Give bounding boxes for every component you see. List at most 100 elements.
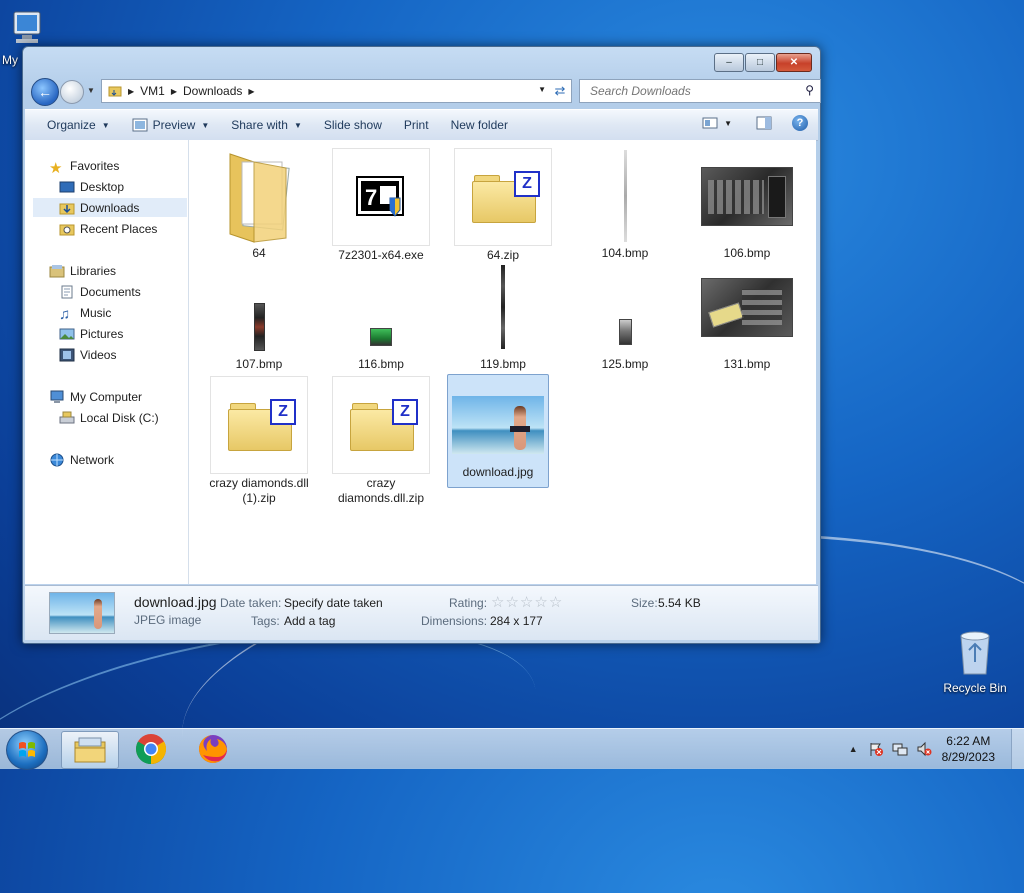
file-thumbnail: [699, 148, 795, 244]
share-with-button[interactable]: Share with ▼: [220, 110, 313, 140]
forward-button[interactable]: [60, 80, 84, 104]
print-button[interactable]: Print: [393, 110, 440, 140]
show-desktop-button[interactable]: [1011, 729, 1024, 769]
taskbar-explorer-button[interactable]: [61, 731, 119, 769]
details-thumbnail: [49, 592, 115, 634]
breadcrumb-downloads[interactable]: Downloads: [183, 84, 242, 98]
size-value: 5.54 KB: [658, 596, 701, 610]
preview-button[interactable]: Preview ▼: [121, 110, 221, 140]
slide-show-button[interactable]: Slide show: [313, 110, 393, 140]
explorer-window: – □ ✕ ← ▼ ▶ VM1 ▶ Downloads ▶ ▼ ⇄ ⚲ Orga…: [22, 46, 821, 644]
nav-local-disk[interactable]: Local Disk (C:): [59, 408, 159, 427]
nav-my-computer[interactable]: My Computer: [49, 387, 142, 406]
search-input[interactable]: [588, 83, 792, 99]
file-item[interactable]: 107.bmp: [207, 259, 311, 372]
organize-button[interactable]: Organize ▼: [25, 110, 121, 140]
date-taken-field[interactable]: Specify date taken: [284, 596, 383, 610]
nav-libraries[interactable]: Libraries: [49, 261, 116, 280]
nav-documents[interactable]: Documents: [59, 282, 141, 301]
volume-muted-icon[interactable]: [916, 741, 932, 757]
preview-pane-icon[interactable]: [756, 116, 772, 130]
close-button[interactable]: ✕: [776, 53, 812, 72]
command-bar: Organize ▼ Preview ▼ Share with ▼ Slide sho…: [25, 109, 818, 141]
show-hidden-icons-icon[interactable]: ▲: [849, 744, 858, 754]
address-bar[interactable]: ▶ VM1 ▶ Downloads ▶ ▼: [101, 79, 551, 103]
clock[interactable]: 6:22 AM 8/29/2023: [942, 733, 995, 765]
nav-network[interactable]: Network: [49, 450, 114, 469]
file-thumbnail: Z: [454, 148, 552, 246]
svg-text:7: 7: [365, 185, 377, 210]
star-icon[interactable]: ☆: [549, 594, 563, 611]
nav-downloads[interactable]: Downloads: [33, 198, 187, 217]
rating-stars[interactable]: ☆☆☆☆☆: [491, 593, 563, 611]
breadcrumb-vm1[interactable]: VM1: [140, 84, 165, 98]
taskbar-firefox-button[interactable]: [185, 731, 241, 767]
search-box[interactable]: ⚲: [579, 79, 821, 103]
nav-music[interactable]: ♫ Music: [59, 303, 111, 323]
minimize-button[interactable]: –: [714, 53, 744, 72]
file-thumbnail: [455, 259, 551, 355]
breadcrumb-separator-icon[interactable]: ▶: [248, 87, 254, 96]
new-folder-button[interactable]: New folder: [440, 110, 519, 140]
address-dropdown-icon[interactable]: ▼: [538, 85, 546, 94]
file-name: 116.bmp: [358, 357, 404, 371]
file-item-selected[interactable]: download.jpg: [447, 374, 551, 488]
nav-favorites-label: Favorites: [70, 158, 120, 173]
file-item[interactable]: 119.bmp: [451, 259, 555, 372]
action-center-flag-icon[interactable]: [868, 741, 884, 757]
maximize-button[interactable]: □: [745, 53, 775, 72]
star-icon[interactable]: ☆: [520, 594, 534, 611]
file-thumbnail: [450, 377, 546, 473]
recent-pages-dropdown[interactable]: ▼: [87, 86, 95, 95]
start-button[interactable]: [6, 730, 48, 770]
breadcrumb-separator-icon[interactable]: ▶: [128, 87, 134, 96]
refresh-button[interactable]: ⇄: [549, 79, 572, 103]
help-icon[interactable]: ?: [792, 115, 808, 131]
star-icon[interactable]: ☆: [534, 594, 548, 611]
file-thumbnail: [211, 259, 307, 355]
rating-label: Rating:: [449, 596, 488, 610]
nav-recent-places[interactable]: Recent Places: [59, 219, 157, 238]
network-status-icon[interactable]: [892, 741, 908, 757]
windows-logo-icon: [19, 742, 35, 757]
folder-icon: [108, 86, 122, 97]
file-item[interactable]: Z crazy diamonds.dll (1).zip: [207, 376, 311, 506]
file-item[interactable]: 125.bmp: [573, 259, 677, 372]
details-filename: download.jpg: [134, 594, 217, 610]
nav-desktop[interactable]: Desktop: [59, 177, 124, 196]
view-options-dropdown-icon[interactable]: ▼: [724, 119, 732, 128]
nav-pictures-label: Pictures: [80, 326, 124, 341]
nav-videos[interactable]: Videos: [59, 345, 116, 364]
breadcrumb-separator-icon[interactable]: ▶: [171, 87, 177, 96]
file-name: 119.bmp: [480, 357, 526, 371]
file-item[interactable]: Z crazy diamonds.dll.zip: [329, 376, 433, 506]
folder-icon: [229, 153, 290, 243]
star-icon[interactable]: ☆: [505, 594, 519, 611]
file-item[interactable]: 7 7z2301-x64.exe: [329, 148, 433, 263]
7zip-installer-icon: 7: [356, 176, 404, 217]
search-icon[interactable]: ⚲: [805, 83, 814, 97]
file-item[interactable]: 131.bmp: [695, 259, 799, 372]
back-button[interactable]: ←: [31, 78, 59, 106]
change-view-icon[interactable]: [702, 117, 718, 129]
organize-label: Organize: [47, 118, 96, 132]
dimensions-label: Dimensions:: [421, 614, 488, 628]
taskbar-chrome-button[interactable]: [123, 731, 179, 767]
file-item[interactable]: 64: [207, 148, 311, 261]
file-item[interactable]: 106.bmp: [695, 148, 799, 261]
bitmap-thumbnail: [501, 265, 505, 349]
taskbar: ▲ 6:22 AM 8/29/2023: [0, 728, 1024, 770]
star-icon[interactable]: ☆: [491, 594, 505, 611]
desktop-recycle-bin[interactable]: Recycle Bin: [940, 628, 1010, 695]
bitmap-thumbnail: [370, 328, 392, 346]
file-item[interactable]: 104.bmp: [573, 148, 677, 261]
nav-pictures[interactable]: Pictures: [59, 324, 123, 343]
share-with-label: Share with: [231, 118, 288, 132]
nav-favorites[interactable]: ★ Favorites: [49, 156, 120, 177]
file-item[interactable]: 116.bmp: [329, 259, 433, 372]
network-icon: [50, 453, 64, 466]
chevron-down-icon: ▼: [101, 120, 110, 130]
file-item[interactable]: Z 64.zip: [451, 148, 555, 263]
tags-field[interactable]: Add a tag: [284, 614, 335, 628]
downloads-folder-icon: [59, 203, 75, 214]
